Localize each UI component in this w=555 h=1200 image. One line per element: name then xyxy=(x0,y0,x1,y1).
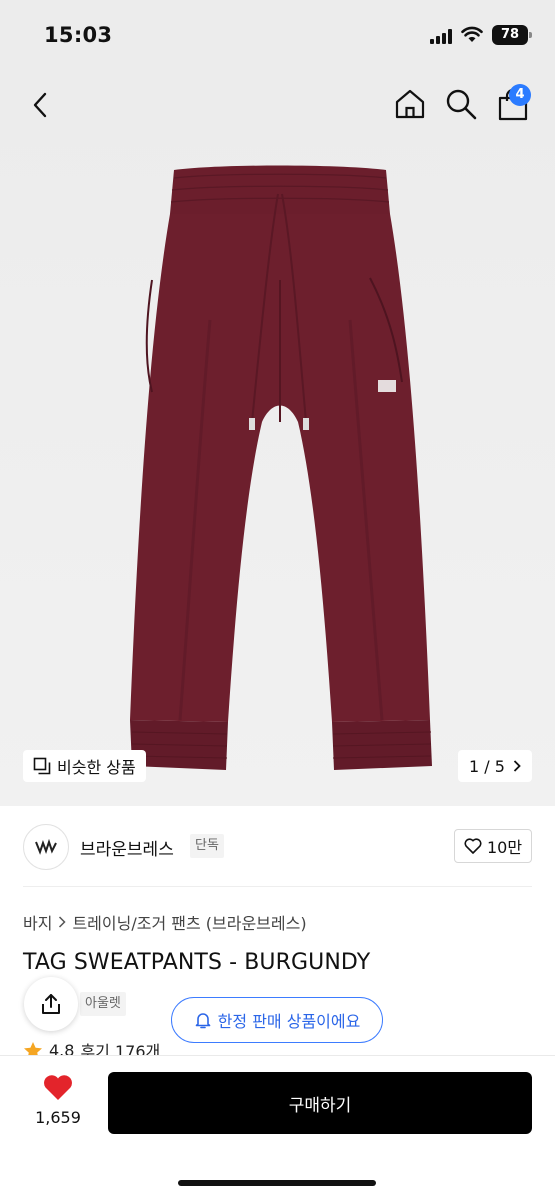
similar-products-label: 비슷한 상품 xyxy=(57,758,136,777)
share-button[interactable] xyxy=(24,977,78,1031)
exclusive-tag: 단독 xyxy=(190,834,224,858)
outlet-tag: 아울렛 xyxy=(80,992,126,1016)
image-page-indicator[interactable]: 1 / 5 xyxy=(458,750,532,782)
heart-filled-icon xyxy=(44,1075,72,1100)
breadcrumb-category[interactable]: 바지 xyxy=(23,910,52,934)
wifi-icon xyxy=(461,26,483,42)
brand-logo-mark xyxy=(35,839,57,855)
cellular-signal-icon xyxy=(430,28,455,44)
divider xyxy=(23,886,532,887)
breadcrumb-subcategory[interactable]: 트레이닝/조거 팬츠 (브라운브레스) xyxy=(72,910,306,934)
brand-row[interactable]: 브라운브레스 단독 10만 xyxy=(0,818,555,878)
buy-button[interactable]: 구매하기 xyxy=(108,1072,532,1134)
wishlist-button[interactable]: 1,659 xyxy=(28,1074,88,1127)
brand-name[interactable]: 브라운브레스 xyxy=(80,835,174,860)
limited-sale-label: 한정 판매 상품이에요 xyxy=(217,1012,361,1031)
chevron-right-icon xyxy=(59,916,67,928)
chevron-right-icon xyxy=(513,760,521,772)
limited-sale-notice[interactable]: 한정 판매 상품이에요 xyxy=(171,997,383,1043)
status-bar: 15:03 78 xyxy=(0,0,555,70)
product-image xyxy=(130,165,432,770)
battery-indicator: 78 xyxy=(492,25,532,45)
breadcrumb: 바지 트레이닝/조거 팬츠 (브라운브레스) xyxy=(23,910,307,934)
brand-logo[interactable] xyxy=(23,824,69,870)
heart-outline-icon xyxy=(464,838,482,854)
search-icon[interactable] xyxy=(445,88,477,120)
brand-like-count: 10만 xyxy=(486,838,523,857)
bell-icon xyxy=(195,1013,210,1029)
page-indicator-text: 1 / 5 xyxy=(469,756,505,776)
home-indicator xyxy=(178,1180,376,1186)
product-image-gallery[interactable]: 4 비슷한 상품 1 / 5 xyxy=(0,70,555,806)
similar-products-button[interactable]: 비슷한 상품 xyxy=(23,750,146,782)
brand-like-button[interactable]: 10만 xyxy=(454,829,532,863)
cart-count-badge: 4 xyxy=(509,84,531,106)
similar-items-icon xyxy=(33,757,51,775)
bottom-action-bar: 1,659 구매하기 xyxy=(0,1056,555,1200)
share-icon xyxy=(42,994,60,1014)
wishlist-count: 1,659 xyxy=(35,1108,81,1127)
back-arrow-icon[interactable] xyxy=(26,90,56,120)
status-time: 15:03 xyxy=(44,23,113,47)
product-title: TAG SWEATPANTS - BURGUNDY xyxy=(23,950,371,975)
home-icon[interactable] xyxy=(394,88,426,120)
